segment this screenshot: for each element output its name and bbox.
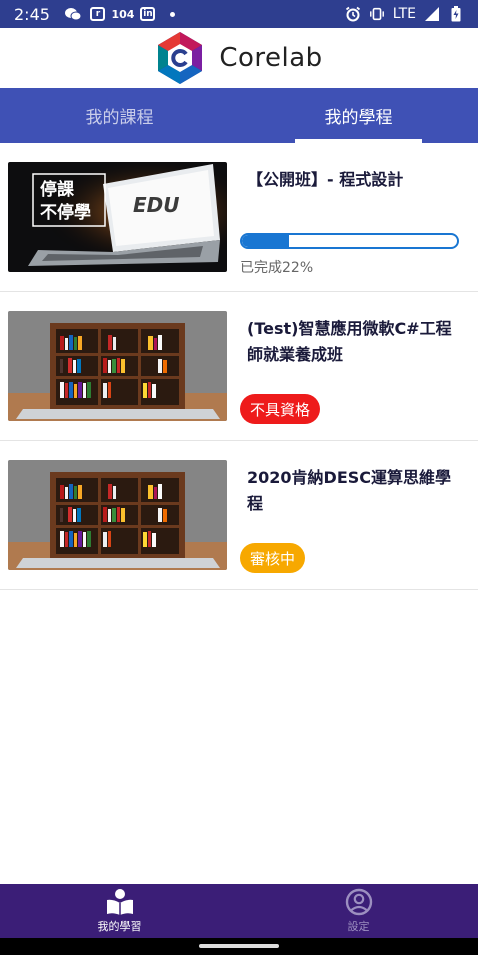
tab-label: 我的課程 xyxy=(85,108,154,128)
bottom-navigation: 我的學習 設定 xyxy=(0,884,478,938)
tab-bar: 我的課程 我的學程 xyxy=(0,88,478,143)
status-badge: 審核中 xyxy=(240,543,306,573)
app-notification-icon-2: 104 xyxy=(111,7,135,21)
progress-bar xyxy=(240,233,459,249)
corelab-logo-icon xyxy=(158,32,203,84)
app-title: Corelab xyxy=(219,43,323,73)
tab-my-courses[interactable]: 我的課程 xyxy=(0,88,239,143)
more-notifications-icon xyxy=(165,6,181,22)
thumbnail-text: 停課 xyxy=(40,179,75,200)
account-circle-icon xyxy=(345,888,372,916)
program-title: 2020肯納DESC運算思維學程 xyxy=(247,468,452,513)
app-header: Corelab xyxy=(0,28,478,88)
nav-label: 我的學習 xyxy=(97,920,142,933)
thumbnail-text: 不停學 xyxy=(40,202,91,223)
program-thumbnail: 停課 不停學 EDU xyxy=(8,162,227,272)
nav-label: 設定 xyxy=(347,920,370,933)
signal-icon xyxy=(424,6,440,22)
program-title: 【公開班】- 程式設計 xyxy=(247,170,404,189)
linkedin-icon: in xyxy=(140,6,156,22)
home-gesture-handle[interactable] xyxy=(199,944,279,948)
vibrate-icon xyxy=(369,6,385,22)
program-title: (Test)智慧應用微軟C#工程師就業養成班 xyxy=(247,319,452,364)
wechat-icon xyxy=(64,6,81,22)
battery-icon xyxy=(448,6,464,22)
system-navigation-bar xyxy=(0,938,478,955)
progress-text: 已完成22% xyxy=(240,260,314,276)
program-item[interactable]: 2020肯納DESC運算思維學程 審核中 xyxy=(0,441,478,590)
program-thumbnail xyxy=(8,460,227,570)
status-bar: 2:45 r 104 in LTE xyxy=(0,0,478,28)
status-badge: 不具資格 xyxy=(240,394,321,424)
thumbnail-brand: EDU xyxy=(133,193,180,217)
book-reader-icon xyxy=(106,889,133,915)
app-notification-icon: r xyxy=(90,6,106,22)
tab-my-programs[interactable]: 我的學程 xyxy=(239,88,478,143)
network-type: LTE xyxy=(392,6,416,22)
program-item[interactable]: (Test)智慧應用微軟C#工程師就業養成班 不具資格 xyxy=(0,292,478,441)
alarm-icon xyxy=(345,6,361,22)
nav-my-learning[interactable]: 我的學習 xyxy=(0,884,239,938)
nav-settings[interactable]: 設定 xyxy=(239,884,478,938)
tab-label: 我的學程 xyxy=(324,108,393,128)
program-list: 停課 不停學 EDU 【公開班】- 程式設計 已完成22% (Test)智慧應用… xyxy=(0,143,478,590)
progress-fill xyxy=(242,235,290,247)
program-item[interactable]: 停課 不停學 EDU 【公開班】- 程式設計 已完成22% xyxy=(0,143,478,292)
program-thumbnail xyxy=(8,311,227,421)
status-time: 2:45 xyxy=(14,4,50,24)
